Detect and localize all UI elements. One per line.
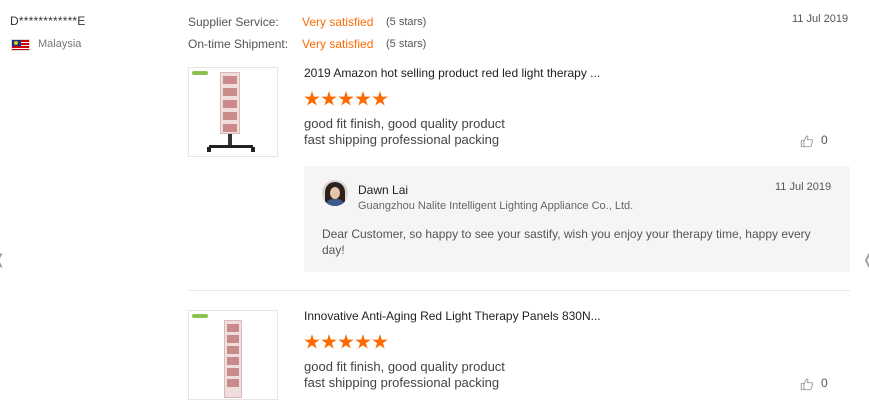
shipment-stars: (5 stars) [386,38,427,50]
reviewer-name: D************E [10,14,86,28]
malaysia-flag-icon [11,39,30,51]
reviewer-country: Malaysia [38,38,82,50]
review-text-line: good fit finish, good quality product [304,359,505,374]
star-icon [355,91,371,106]
reply-text: Dear Customer, so happy to see your sast… [322,227,811,257]
review-text-line: fast shipping professional packing [304,132,500,147]
like-count: 0 [821,133,828,147]
brand-logo-icon [192,314,208,318]
star-icon [304,91,320,106]
star-icon [372,334,388,349]
star-icon [338,91,354,106]
review-text-line: good fit finish, good quality product [304,116,505,131]
avatar [322,180,348,206]
product-title-link[interactable]: Innovative Anti-Aging Red Light Therapy … [304,309,601,323]
reply-date: 11 Jul 2019 [775,181,832,193]
supplier-service-label: Supplier Service: [188,15,279,29]
thumbs-up-icon [800,135,814,148]
supplier-service-stars: (5 stars) [386,16,427,28]
review-text-line: fast shipping professional packing [304,375,500,390]
divider [188,290,850,291]
reply-company-name: Guangzhou Nalite Intelligent Lighting Ap… [358,200,634,212]
chevron-left-icon[interactable]: ❬ [0,252,6,266]
review-date: 11 Jul 2019 [792,13,849,25]
shipment-label: On-time Shipment: [188,37,289,51]
like-count: 0 [821,376,828,390]
shipment-value: Very satisfied [302,37,374,51]
product-thumbnail[interactable] [188,310,278,400]
star-icon [372,91,388,106]
chevron-right-icon[interactable]: ❬ [862,252,869,266]
product-title-link[interactable]: 2019 Amazon hot selling product red led … [304,66,600,80]
reply-author-name: Dawn Lai [358,183,409,197]
product-thumbnail[interactable] [188,67,278,157]
star-icon [304,334,320,349]
star-icon [338,334,354,349]
star-icon [355,334,371,349]
star-icon [321,334,337,349]
star-icon [321,91,337,106]
supplier-service-value: Very satisfied [302,15,374,29]
thumbs-up-icon [800,378,814,391]
brand-logo-icon [192,71,208,75]
